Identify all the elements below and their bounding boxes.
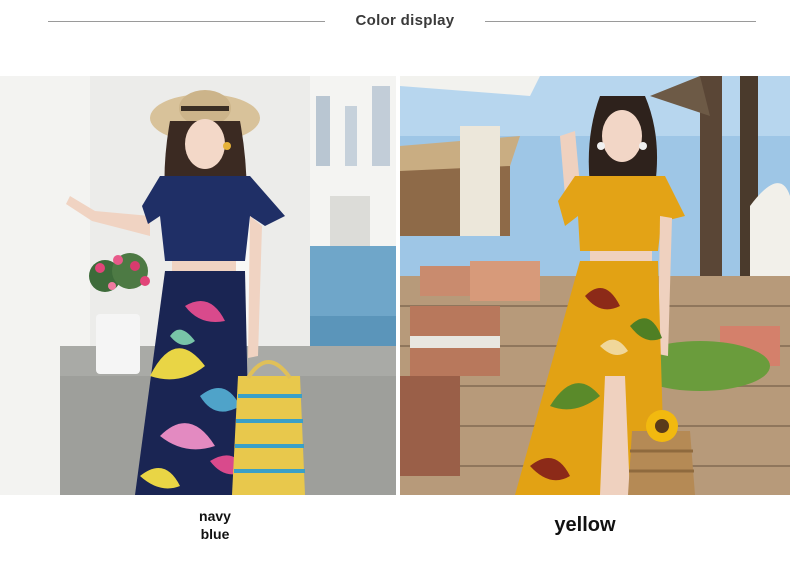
divider-right <box>485 21 756 22</box>
section-title: Color display <box>355 12 455 29</box>
variant-label-yellow: yellow <box>554 514 616 536</box>
variant-label-navy-blue: navy blue <box>170 507 260 543</box>
yellow-photo-illustration <box>400 76 790 495</box>
navy-photo-illustration <box>0 76 396 495</box>
section-header: Color display <box>0 0 790 60</box>
product-photo-yellow[interactable] <box>400 76 790 495</box>
product-photo-navy-blue[interactable] <box>0 76 396 495</box>
variant-label-navy-line1: navy <box>199 508 231 524</box>
variant-label-navy-line2: blue <box>200 526 230 542</box>
divider-left <box>48 21 325 22</box>
